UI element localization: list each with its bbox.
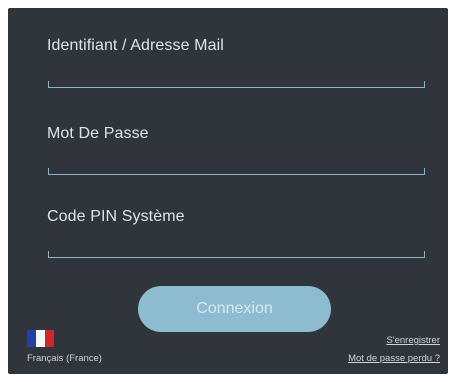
- register-link[interactable]: S'enregistrer: [386, 335, 440, 346]
- password-label: Mot De Passe: [47, 125, 149, 142]
- pin-underline: [48, 251, 425, 258]
- login-panel: Identifiant / Adresse Mail Mot De Passe …: [8, 8, 448, 374]
- username-underline: [48, 81, 425, 88]
- flag-blue-stripe: [27, 330, 36, 347]
- france-flag-icon[interactable]: [27, 330, 54, 347]
- pin-label: Code PIN Système: [47, 208, 185, 225]
- password-underline: [48, 168, 425, 175]
- connexion-button[interactable]: Connexion: [138, 286, 331, 332]
- flag-white-stripe: [36, 330, 45, 347]
- language-label[interactable]: Français (France): [27, 353, 102, 364]
- username-label: Identifiant / Adresse Mail: [47, 37, 224, 54]
- forgot-password-link[interactable]: Mot de passe perdu ?: [348, 353, 440, 364]
- flag-red-stripe: [45, 330, 54, 347]
